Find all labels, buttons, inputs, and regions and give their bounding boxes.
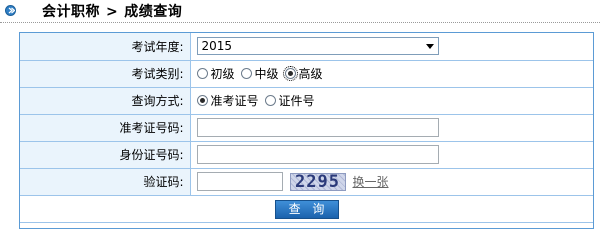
radio-button[interactable] — [196, 95, 208, 106]
chevron-down-icon — [425, 44, 434, 50]
row-admission-no: 准考证号码: — [20, 113, 593, 142]
id-no-input[interactable] — [196, 145, 439, 164]
row-captcha: 验证码: 2295 换一张 — [20, 167, 593, 196]
breadcrumb-section: 会计职称 — [42, 4, 100, 20]
row-exam-category: 考试类别: 初级 中级 高级 — [20, 59, 593, 88]
category-option-intermediate[interactable]: 中级 — [240, 65, 279, 82]
captcha-label: 验证码: — [20, 167, 191, 196]
exam-year-label: 考试年度: — [20, 33, 191, 61]
captcha-refresh-link[interactable]: 换一张 — [353, 173, 389, 190]
row-query-method: 查询方式: 准考证号 证件号 — [20, 86, 593, 115]
form-table: 考试年度: 2015 考试类别: 初级 中级 高级 查询方式: 准考证号 证件号… — [20, 33, 593, 223]
radio-label: 高级 — [298, 67, 323, 81]
query-method-label: 查询方式: — [20, 86, 191, 115]
exam-category-radio-group: 初级 中级 高级 — [196, 65, 329, 82]
score-query-form: 考试年度: 2015 考试类别: 初级 中级 高级 查询方式: 准考证号 证件号… — [19, 32, 594, 229]
radio-button[interactable] — [196, 68, 208, 79]
exam-year-select[interactable]: 2015 — [196, 37, 439, 56]
admission-no-label: 准考证号码: — [20, 113, 191, 142]
id-no-label: 身份证号码: — [20, 140, 191, 169]
radio-label: 证件号 — [278, 94, 315, 108]
breadcrumb-separator: > — [106, 4, 119, 20]
method-option-id-no[interactable]: 证件号 — [264, 92, 315, 109]
row-id-no: 身份证号码: — [20, 140, 593, 169]
captcha-image[interactable]: 2295 — [289, 172, 346, 191]
exam-year-selected: 2015 — [201, 39, 233, 54]
query-method-radio-group: 准考证号 证件号 — [196, 92, 321, 109]
method-option-admission-no[interactable]: 准考证号 — [196, 92, 259, 109]
page-title: 成绩查询 — [124, 4, 183, 20]
category-option-senior[interactable]: 高级 — [282, 65, 323, 82]
header-divider — [0, 22, 600, 23]
radio-button[interactable] — [240, 68, 252, 79]
radio-button[interactable] — [264, 95, 276, 106]
query-button[interactable]: 查 询 — [274, 200, 339, 219]
captcha-input[interactable] — [196, 172, 283, 191]
radio-label: 初级 — [210, 67, 235, 81]
row-submit: 查 询 — [20, 194, 593, 223]
radio-label: 中级 — [254, 67, 279, 81]
radio-button[interactable] — [282, 66, 298, 81]
exam-category-label: 考试类别: — [20, 59, 191, 88]
category-option-junior[interactable]: 初级 — [196, 65, 235, 82]
breadcrumb: 会计职称 > 成绩查询 — [42, 1, 182, 21]
admission-no-input[interactable] — [196, 118, 439, 137]
radio-label: 准考证号 — [210, 94, 259, 108]
arrow-circle-icon — [5, 5, 16, 16]
row-exam-year: 考试年度: 2015 — [20, 33, 593, 61]
page-header: 会计职称 > 成绩查询 — [0, 0, 600, 23]
